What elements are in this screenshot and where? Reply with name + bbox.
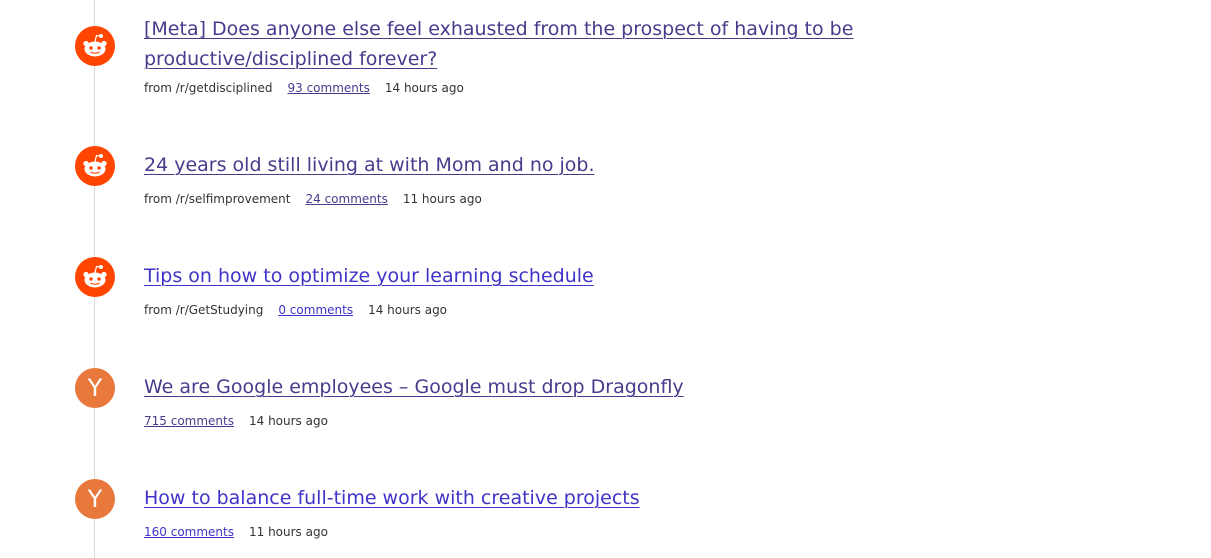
reddit-icon <box>75 257 115 297</box>
post-meta: from /r/selfimprovement 24 comments 11 hou… <box>144 191 497 207</box>
subreddit-label: from /r/selfimprovement <box>144 192 291 206</box>
post-meta: 715 comments 14 hours ago <box>144 413 343 429</box>
timestamp: 14 hours ago <box>384 81 464 95</box>
post-meta: from /r/getdisciplined 93 comments 14 hour… <box>144 80 479 96</box>
post-title-link[interactable]: Tips on how to optimize your learning sc… <box>144 261 1004 291</box>
timestamp: 14 hours ago <box>368 303 448 317</box>
feed: [Meta] Does anyone else feel exhausted f… <box>0 0 1211 558</box>
post-title-link[interactable]: We are Google employees – Google must dr… <box>144 372 1004 402</box>
timestamp: 14 hours ago <box>248 414 328 428</box>
avatar-letter: Y <box>87 374 103 402</box>
comments-link[interactable]: 24 comments <box>305 192 387 206</box>
post-title-link[interactable]: [Meta] Does anyone else feel exhausted f… <box>144 14 1004 74</box>
subreddit-label: from /r/GetStudying <box>144 303 264 317</box>
post-title-link[interactable]: How to balance full-time work with creat… <box>144 483 1004 513</box>
post-meta: 160 comments 11 hours ago <box>144 524 343 540</box>
comments-link[interactable]: 715 comments <box>144 414 234 428</box>
timestamp: 11 hours ago <box>402 192 482 206</box>
comments-link[interactable]: 160 comments <box>144 525 234 539</box>
post-title-link[interactable]: 24 years old still living at with Mom an… <box>144 150 1004 180</box>
comments-link[interactable]: 0 comments <box>278 303 353 317</box>
hacker-news-icon: Y <box>75 368 115 408</box>
subreddit-label: from /r/getdisciplined <box>144 81 273 95</box>
post-meta: from /r/GetStudying 0 comments 14 hours ag… <box>144 302 462 318</box>
timestamp: 11 hours ago <box>248 525 328 539</box>
reddit-icon <box>75 146 115 186</box>
reddit-icon <box>75 26 115 66</box>
avatar-letter: Y <box>87 485 103 513</box>
comments-link[interactable]: 93 comments <box>288 81 370 95</box>
hacker-news-icon: Y <box>75 479 115 519</box>
